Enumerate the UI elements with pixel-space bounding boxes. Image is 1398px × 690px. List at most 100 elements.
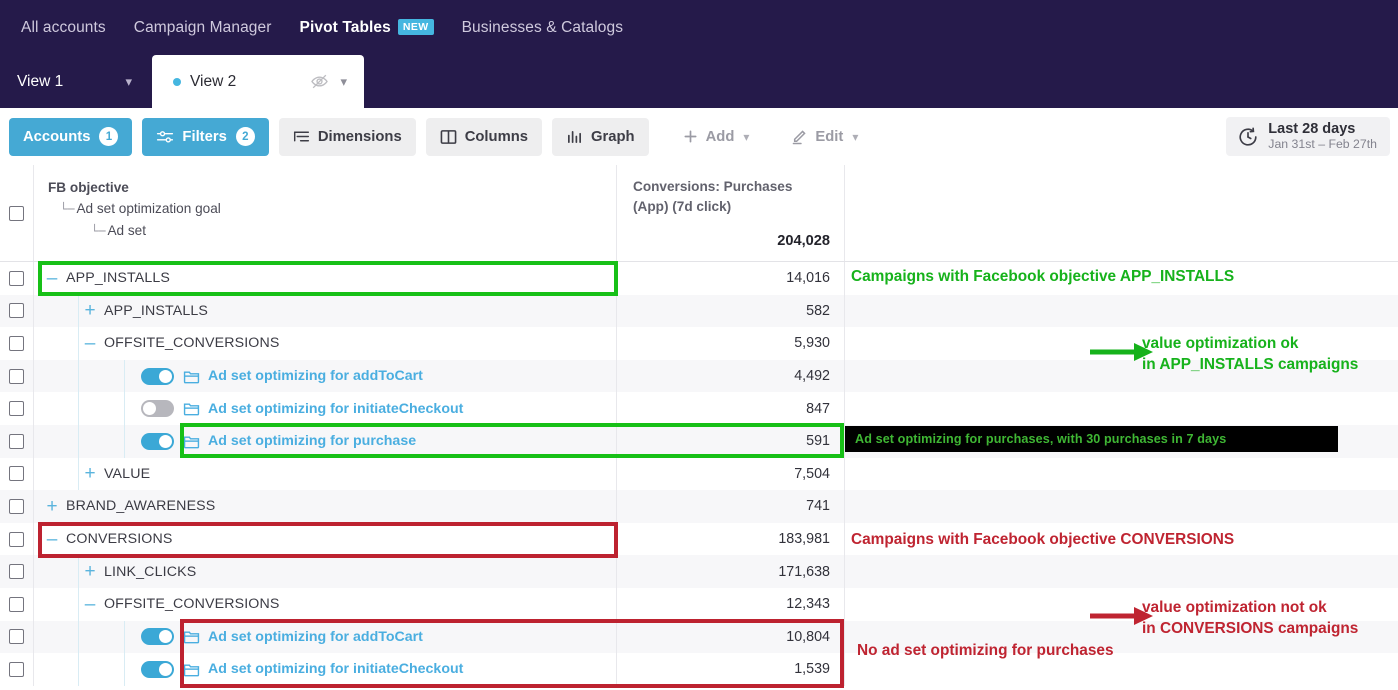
row-checkbox[interactable] [9, 531, 24, 547]
expand-plus-icon[interactable]: + [44, 497, 60, 516]
collapse-minus-icon[interactable]: – [44, 530, 60, 549]
toggle-knob [159, 662, 172, 676]
table-row[interactable]: Ad set optimizing for initiateCheckout 1,… [0, 653, 1398, 686]
tab-view-1[interactable]: View 1 ▾ [0, 55, 152, 108]
row-checkbox[interactable] [9, 498, 24, 514]
table-row[interactable]: + BRAND_AWARENESS 741 [0, 490, 1398, 523]
collapse-minus-icon[interactable]: – [44, 269, 60, 288]
row-dimension-cell[interactable]: Ad set optimizing for initiateCheckout [34, 653, 617, 686]
row-checkbox[interactable] [9, 596, 24, 612]
nav-item-all-accounts[interactable]: All accounts [21, 19, 106, 37]
adset-status-toggle[interactable] [141, 660, 174, 678]
chevron-down-icon[interactable]: ▾ [125, 74, 132, 90]
row-checkbox[interactable] [9, 401, 24, 417]
table-header: FB objective └─ Ad set optimization goal … [0, 165, 1398, 262]
tree-guide-line [124, 620, 125, 654]
filters-button[interactable]: Filters 2 [142, 117, 269, 156]
eye-slash-icon[interactable] [310, 72, 329, 91]
row-dimension-cell[interactable]: Ad set optimizing for addToCart [34, 359, 617, 393]
row-dimension-cell[interactable]: – CONVERSIONS [34, 522, 617, 556]
table-row[interactable]: + VALUE 7,504 [0, 457, 1398, 491]
select-all-cell[interactable] [0, 165, 34, 261]
row-checkbox[interactable] [9, 368, 24, 384]
row-checkbox[interactable] [9, 629, 24, 645]
row-select-cell[interactable] [0, 359, 34, 393]
columns-button[interactable]: Columns [425, 117, 543, 156]
nav-item-label: Campaign Manager [133, 18, 272, 36]
row-metric-value: 7,504 [617, 457, 845, 491]
select-all-checkbox[interactable] [9, 205, 24, 221]
row-dimension-cell[interactable]: – APP_INSTALLS [34, 262, 617, 295]
adset-status-toggle[interactable] [141, 628, 174, 646]
row-select-cell[interactable] [0, 587, 34, 621]
row-dimension-cell[interactable]: + BRAND_AWARENESS [34, 490, 617, 523]
adset-status-toggle[interactable] [141, 400, 174, 418]
row-checkbox[interactable] [9, 335, 24, 351]
row-checkbox[interactable] [9, 303, 24, 319]
chevron-down-icon[interactable]: ▾ [340, 74, 347, 90]
expand-plus-icon[interactable]: + [82, 301, 98, 320]
row-checkbox[interactable] [9, 564, 24, 580]
top-navigation-bar: All accounts Campaign Manager Pivot Tabl… [0, 0, 1398, 55]
row-select-cell[interactable] [0, 327, 34, 360]
collapse-minus-icon[interactable]: – [82, 595, 98, 614]
row-dimension-cell[interactable]: Ad set optimizing for initiateCheckout [34, 392, 617, 425]
dimensions-button[interactable]: Dimensions [278, 117, 416, 156]
row-dimension-cell[interactable]: + APP_INSTALLS [34, 294, 617, 328]
row-select-cell[interactable] [0, 555, 34, 588]
add-button[interactable]: Add ▾ [669, 118, 764, 156]
row-select-cell[interactable] [0, 620, 34, 654]
row-select-cell[interactable] [0, 262, 34, 295]
chevron-down-icon[interactable]: ▾ [743, 130, 749, 144]
annotation-no-adset-purchases: No ad set optimizing for purchases [857, 642, 1114, 659]
row-checkbox[interactable] [9, 661, 24, 677]
tab-view-2[interactable]: View 2 ▾ [152, 55, 364, 108]
metric-name-line-1: Conversions: Purchases [633, 179, 793, 194]
table-row[interactable]: Ad set optimizing for initiateCheckout 84… [0, 392, 1398, 425]
row-checkbox[interactable] [9, 466, 24, 482]
row-dimension-cell[interactable]: Ad set optimizing for purchase [34, 424, 617, 458]
collapse-minus-icon[interactable]: – [82, 334, 98, 353]
row-dimension-cell[interactable]: – OFFSITE_CONVERSIONS [34, 587, 617, 621]
expand-plus-icon[interactable]: + [82, 464, 98, 483]
row-dimension-cell[interactable]: + LINK_CLICKS [34, 555, 617, 588]
graph-button[interactable]: Graph [552, 117, 649, 156]
tree-elbow-icon: └─ [60, 202, 75, 216]
nav-item-businesses-catalogs[interactable]: Businesses & Catalogs [462, 19, 624, 37]
row-dimension-cell[interactable]: Ad set optimizing for addToCart [34, 620, 617, 654]
annotation-conversions: Campaigns with Facebook objective CONVER… [851, 531, 1235, 548]
adset-status-toggle[interactable] [141, 432, 174, 450]
row-select-cell[interactable] [0, 522, 34, 556]
expand-plus-icon[interactable]: + [82, 562, 98, 581]
row-label: OFFSITE_CONVERSIONS [104, 596, 280, 613]
row-dimension-cell[interactable]: – OFFSITE_CONVERSIONS [34, 327, 617, 360]
row-select-cell[interactable] [0, 424, 34, 458]
row-checkbox[interactable] [9, 270, 24, 286]
tree-guide-line [124, 424, 125, 458]
row-metric-value: 847 [617, 392, 845, 425]
adset-status-toggle[interactable] [141, 367, 174, 385]
row-checkbox[interactable] [9, 433, 24, 449]
new-badge: NEW [397, 18, 434, 35]
row-select-cell[interactable] [0, 294, 34, 328]
annotation-line-2: in CONVERSIONS campaigns [1142, 620, 1359, 637]
table-row[interactable]: + LINK_CLICKS 171,638 [0, 555, 1398, 588]
nav-item-pivot-tables[interactable]: Pivot Tables NEW [300, 18, 434, 37]
date-range-picker[interactable]: Last 28 days Jan 31st – Feb 27th [1226, 117, 1390, 156]
chevron-down-icon[interactable]: ▾ [852, 130, 858, 144]
accounts-button[interactable]: Accounts 1 [9, 117, 133, 156]
tree-guide-line [78, 457, 79, 491]
row-metric-value: 10,804 [617, 620, 845, 654]
row-metric-value: 5,930 [617, 327, 845, 360]
row-select-cell[interactable] [0, 392, 34, 425]
row-select-cell[interactable] [0, 490, 34, 523]
row-dimension-cell[interactable]: + VALUE [34, 457, 617, 491]
row-select-cell[interactable] [0, 653, 34, 686]
row-select-cell[interactable] [0, 457, 34, 491]
dimension-level-1-row: └─ Ad set optimization goal [48, 198, 616, 220]
row-label: CONVERSIONS [66, 531, 173, 548]
row-label: LINK_CLICKS [104, 563, 197, 580]
table-row[interactable]: + APP_INSTALLS 582 [0, 294, 1398, 328]
edit-button[interactable]: Edit ▾ [777, 118, 872, 156]
nav-item-campaign-manager[interactable]: Campaign Manager [134, 19, 272, 37]
